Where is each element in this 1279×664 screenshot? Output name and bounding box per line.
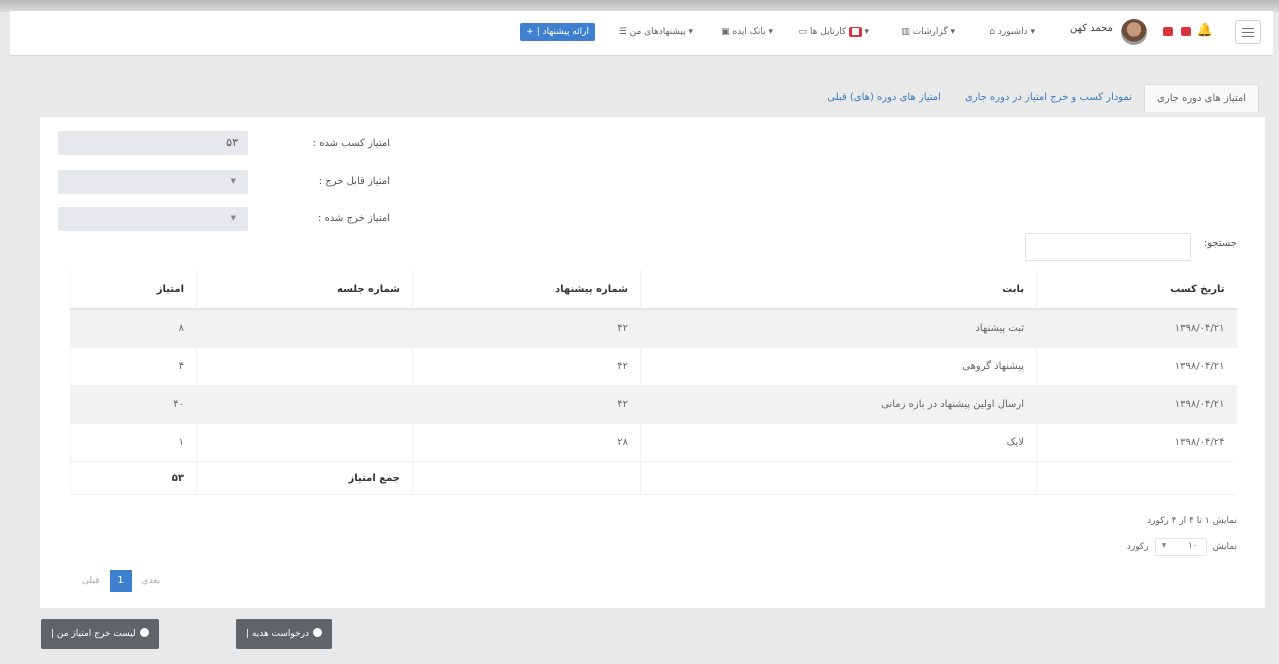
column-header-date[interactable]: تاریخ کسب <box>1036 270 1237 310</box>
length-prefix: نمایش <box>1212 542 1237 552</box>
menu-idea-bank[interactable]: ▾ بانک ایده ▣ <box>721 27 773 37</box>
cell-session-number <box>196 347 413 386</box>
tab-current-period-points[interactable]: امتیاز های دوره جاری <box>1144 84 1259 112</box>
home-icon: ⌂ <box>989 27 995 37</box>
column-header-points[interactable]: امتیاز <box>70 270 197 310</box>
table-row: ۱۳۹۸/۰۴/۲۴ لایک ۲۸ ۱ <box>70 423 1237 462</box>
submit-suggestion-button[interactable]: ارائه پیشنهاد | + <box>520 23 595 41</box>
search-input[interactable] <box>1025 233 1191 261</box>
chevron-down-icon: ▼ <box>230 214 236 222</box>
total-value: ۵۳ <box>70 461 197 495</box>
chevron-down-icon: ▼ <box>1161 542 1167 549</box>
spent-points-row: ▼ <box>58 207 248 231</box>
image-icon: ▣ <box>721 27 730 37</box>
records-info: نمایش ۱ تا ۴ از ۴ رکورد <box>1147 516 1237 526</box>
current-page-button[interactable]: 1 <box>109 570 132 592</box>
cell-points: ۱ <box>70 423 197 462</box>
earned-points-row: ۵۳ <box>58 131 248 155</box>
avatar[interactable] <box>1121 19 1147 45</box>
cell-points: ۴۰ <box>70 385 197 424</box>
cell-session-number <box>196 423 413 462</box>
monitor-icon: ▭ <box>798 27 808 37</box>
chevron-down-icon: ▼ <box>230 177 236 185</box>
cell-suggestion-number: ۴۲ <box>412 347 641 386</box>
table-header-row: تاریخ کسب بابت شماره پیشنهاد شماره جلسه … <box>70 270 1237 310</box>
cell-points: ۸ <box>70 309 197 348</box>
tabs: امتیاز های دوره جاری نمودار کسب و خرج ام… <box>815 84 1259 112</box>
cell-date: ۱۳۹۸/۰۴/۲۱ <box>1036 309 1237 348</box>
info-icon <box>139 628 149 637</box>
bell-icon[interactable]: 🔔 <box>1197 23 1213 38</box>
spendable-points-select[interactable]: ▼ <box>58 170 248 194</box>
points-table: تاریخ کسب بابت شماره پیشنهاد شماره جلسه … <box>70 270 1237 495</box>
earned-points-field: ۵۳ <box>58 131 248 155</box>
gift-request-button[interactable]: درخواست هدیه | <box>236 619 332 649</box>
my-spent-points-list-button[interactable]: لیست خرج امتیاز من | <box>41 619 159 649</box>
total-label: جمع امتیاز <box>196 461 413 495</box>
tab-previous-periods[interactable]: امتیاز های دوره (های) قبلی <box>815 84 953 112</box>
next-page-button[interactable]: بعدی <box>138 574 165 588</box>
column-header-suggestion-number[interactable]: شماره پیشنهاد <box>412 270 641 310</box>
spent-points-label: امتیاز خرج شده : <box>318 213 390 224</box>
length-suffix: رکورد <box>1126 542 1149 552</box>
cell-reason: ثبت پیشنهاد <box>640 309 1037 348</box>
pagination: قبلی 1 بعدی <box>78 570 164 592</box>
list-icon: ☰ <box>618 27 627 37</box>
user-name[interactable]: محمد کهن <box>1070 23 1113 34</box>
cell-date: ۱۳۹۸/۰۴/۲۱ <box>1036 385 1237 424</box>
table-row: ۱۳۹۸/۰۴/۲۱ پیشنهاد گروهی ۴۲ ۴ <box>70 347 1237 386</box>
cell-reason: لایک <box>640 423 1037 462</box>
earned-points-value: ۵۳ <box>226 136 238 149</box>
cell-session-number <box>196 309 413 348</box>
page-length-select[interactable]: ۱۰ ▼ <box>1154 538 1207 556</box>
cell-suggestion-number: ۴۲ <box>412 309 641 348</box>
menu-cartables[interactable]: ▾ ■ کارتابل ها ▭ <box>799 27 869 37</box>
page-length-control: نمایش ۱۰ ▼ رکورد <box>1127 538 1237 556</box>
table-row: ۱۳۹۸/۰۴/۲۱ ثبت پیشنهاد ۴۲ ۸ <box>70 309 1237 348</box>
cell-suggestion-number: ۴۲ <box>412 385 641 424</box>
menu-dashboard[interactable]: ▾ داشبورد ⌂ <box>989 27 1035 37</box>
column-header-reason[interactable]: بابت <box>640 270 1037 310</box>
spendable-points-row: ▼ <box>58 170 248 194</box>
search-label: جستجو: <box>1203 238 1237 249</box>
column-header-session-number[interactable]: شماره جلسه <box>196 270 413 310</box>
navbar: 🔔 محمد کهن ▾ داشبورد ⌂ ▾ گزارشات ▥ ▾ ■ ک… <box>10 11 1273 56</box>
cell-reason: ارسال اولین پیشنهاد در بازه زمانی <box>640 385 1037 424</box>
cartable-badge-icon: ■ <box>849 27 862 37</box>
cell-reason: پیشنهاد گروهی <box>640 347 1037 386</box>
cell-date: ۱۳۹۸/۰۴/۲۴ <box>1036 423 1237 462</box>
cell-session-number <box>196 385 413 424</box>
page-length-value: ۱۰ <box>1187 541 1198 551</box>
menu-toggle-button[interactable] <box>1235 20 1261 44</box>
menu-reports[interactable]: ▾ گزارشات ▥ <box>901 27 955 37</box>
tab-points-chart[interactable]: نمودار کسب و خرج امتیاز در دوره جاری <box>953 84 1144 112</box>
prev-page-button[interactable]: قبلی <box>78 574 104 588</box>
cell-date: ۱۳۹۸/۰۴/۲۱ <box>1036 347 1237 386</box>
cell-points: ۴ <box>70 347 197 386</box>
menu-my-suggestions[interactable]: ▾ پیشنهادهای من ☰ <box>619 27 693 37</box>
chart-icon: ▥ <box>901 27 910 37</box>
table-footer-row: جمع امتیاز ۵۳ <box>70 461 1237 495</box>
table-row: ۱۳۹۸/۰۴/۲۱ ارسال اولین پیشنهاد در بازه ز… <box>70 385 1237 424</box>
notification-icon[interactable] <box>1181 27 1191 36</box>
spendable-points-label: امتیاز قابل خرج : <box>318 176 390 187</box>
mail-icon[interactable] <box>1163 27 1173 36</box>
earned-points-label: امتیاز کسب شده : <box>312 138 390 149</box>
spent-points-select[interactable]: ▼ <box>58 207 248 231</box>
info-icon <box>313 628 322 637</box>
cell-suggestion-number: ۲۸ <box>412 423 641 462</box>
